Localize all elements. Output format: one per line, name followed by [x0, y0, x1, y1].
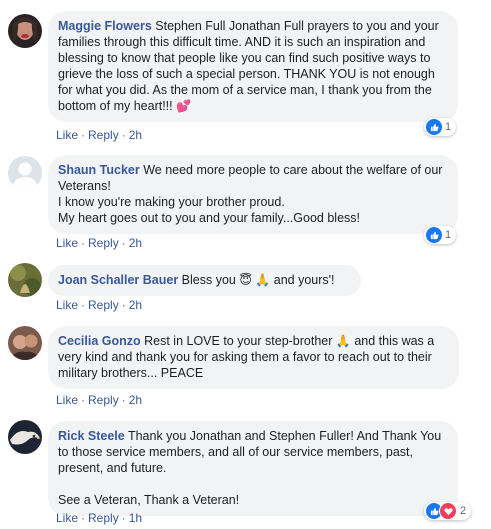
two-hearts-emoji: 💕 — [176, 99, 192, 113]
comment-author[interactable]: Joan Schaller Bauer — [58, 273, 178, 287]
comment-author[interactable]: Shaun Tucker — [58, 163, 140, 177]
smiling-halo-emoji: 😇 — [239, 273, 252, 287]
comment-bubble: Cecilia Gonzo Rest in LOVE to your step-… — [48, 326, 459, 389]
reaction-count-text: 1 — [445, 229, 452, 241]
reaction-count[interactable]: 2 — [424, 502, 472, 520]
comment-bubble: Rick Steele Thank you Jonathan and Steph… — [48, 421, 458, 516]
like-link[interactable]: Like — [56, 236, 78, 250]
avatar[interactable] — [8, 420, 42, 454]
comment-actions: Like · Reply · 2h — [56, 393, 143, 407]
reaction-count-text: 1 — [445, 121, 452, 133]
reply-link[interactable]: Reply — [88, 393, 119, 407]
like-reaction-icon — [426, 119, 442, 135]
comment-text-start: Bless you — [178, 273, 240, 287]
comment-bubble: Shaun Tucker We need more people to care… — [48, 155, 458, 234]
avatar[interactable] — [8, 326, 42, 360]
like-link[interactable]: Like — [56, 128, 78, 142]
comment-actions: Like · Reply · 2h — [56, 298, 143, 312]
comment-timestamp[interactable]: 2h — [129, 236, 142, 250]
reaction-count[interactable]: 1 — [424, 226, 457, 244]
comment-timestamp[interactable]: 2h — [129, 393, 142, 407]
comment-text-end: and yours'! — [270, 273, 335, 287]
comment-timestamp[interactable]: 2h — [129, 128, 142, 142]
praying-hands-emoji: 🙏 — [255, 273, 271, 287]
like-reaction-icon — [426, 227, 442, 243]
like-link[interactable]: Like — [56, 393, 78, 407]
comment-author[interactable]: Maggie Flowers — [58, 19, 152, 33]
comment-text-start: Rest in LOVE to your step-brother — [140, 334, 336, 348]
comment-actions: Like · Reply · 2h — [56, 236, 143, 250]
praying-hands-emoji: 🙏 — [335, 334, 351, 348]
love-reaction-icon — [439, 502, 457, 520]
comment-timestamp[interactable]: 1h — [129, 511, 142, 525]
comment-author[interactable]: Cecilia Gonzo — [58, 334, 141, 348]
comment-actions: Like · Reply · 2h — [56, 128, 143, 142]
avatar[interactable] — [8, 263, 42, 297]
comment-timestamp[interactable]: 2h — [129, 298, 142, 312]
reply-link[interactable]: Reply — [88, 128, 119, 142]
reply-link[interactable]: Reply — [88, 298, 119, 312]
comment-actions: Like · Reply · 1h — [56, 511, 143, 525]
reaction-count[interactable]: 1 — [424, 118, 457, 136]
comment-bubble: Maggie Flowers Stephen Full Jonathan Ful… — [48, 11, 458, 122]
reply-link[interactable]: Reply — [88, 236, 119, 250]
reaction-count-text: 2 — [460, 505, 467, 517]
avatar[interactable] — [8, 156, 42, 190]
comment-text: Stephen Full Jonathan Full prayers to yo… — [58, 19, 443, 113]
like-link[interactable]: Like — [56, 511, 78, 525]
comment-bubble: Joan Schaller Bauer Bless you 😇 🙏 and yo… — [48, 265, 361, 296]
avatar[interactable] — [8, 14, 42, 48]
comment-author[interactable]: Rick Steele — [58, 429, 125, 443]
like-link[interactable]: Like — [56, 298, 78, 312]
reply-link[interactable]: Reply — [88, 511, 119, 525]
